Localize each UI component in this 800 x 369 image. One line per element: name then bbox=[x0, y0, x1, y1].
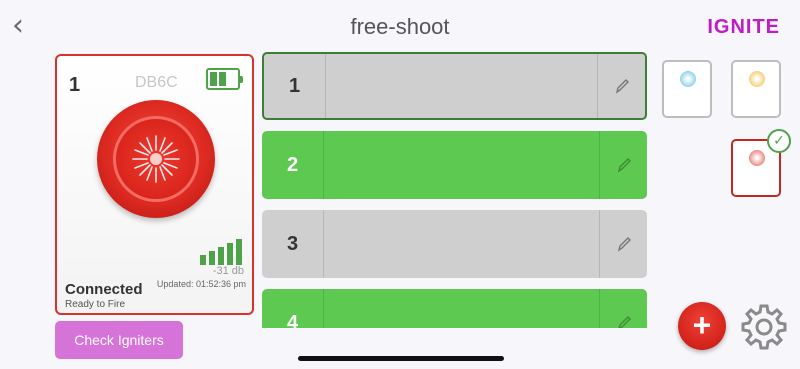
cue-row-2[interactable]: 2 bbox=[262, 131, 647, 199]
burst-icon bbox=[132, 135, 180, 183]
cue-number: 4 bbox=[262, 289, 324, 328]
signal-bar bbox=[218, 247, 224, 265]
plus-icon: + bbox=[692, 307, 712, 343]
firework-icon bbox=[749, 71, 765, 87]
home-indicator bbox=[298, 356, 504, 361]
device-card[interactable]: 1 DB6C -31 db Connected Updated: 01:52:3… bbox=[55, 54, 254, 315]
signal-bar bbox=[200, 255, 206, 265]
signal-bar bbox=[236, 239, 242, 265]
battery-cell bbox=[210, 72, 217, 86]
cue-list[interactable]: 1 2 3 4 bbox=[262, 52, 647, 328]
top-bar: ‹ free-shoot IGNITE bbox=[0, 0, 800, 52]
battery-cell bbox=[219, 72, 226, 86]
pencil-icon[interactable] bbox=[599, 210, 647, 278]
cue-body bbox=[324, 289, 599, 328]
cue-body bbox=[326, 54, 597, 118]
ready-status: Ready to Fire bbox=[65, 299, 126, 310]
signal-bar bbox=[227, 243, 233, 265]
igniter-icon bbox=[97, 100, 215, 218]
checkmark-icon: ✓ bbox=[767, 129, 791, 153]
device-id: DB6C bbox=[135, 74, 178, 91]
connection-status: Connected bbox=[65, 281, 143, 298]
cue-number: 3 bbox=[262, 210, 324, 278]
pencil-icon[interactable] bbox=[599, 289, 647, 328]
gear-icon[interactable] bbox=[739, 302, 789, 352]
signal-db: -31 db bbox=[212, 265, 244, 277]
swatch-red[interactable]: ✓ bbox=[731, 129, 791, 197]
firework-icon bbox=[680, 71, 696, 87]
cue-number: 2 bbox=[262, 131, 324, 199]
pencil-icon[interactable] bbox=[599, 131, 647, 199]
cue-row-3[interactable]: 3 bbox=[262, 210, 647, 278]
swatch-yellow[interactable] bbox=[731, 60, 781, 118]
updated-time: Updated: 01:52:36 pm bbox=[156, 279, 246, 289]
app-logo: IGNITE bbox=[707, 16, 780, 38]
signal-strength-icon bbox=[200, 239, 242, 265]
firework-icon bbox=[749, 150, 765, 166]
page-title: free-shoot bbox=[350, 14, 450, 39]
cue-number: 1 bbox=[264, 54, 326, 118]
cue-row-1[interactable]: 1 bbox=[262, 52, 647, 120]
battery-icon bbox=[206, 68, 243, 90]
device-number: 1 bbox=[69, 74, 81, 96]
cue-body bbox=[324, 131, 599, 199]
signal-bar bbox=[209, 251, 215, 265]
add-button[interactable]: + bbox=[678, 302, 726, 350]
pencil-icon[interactable] bbox=[597, 54, 645, 118]
check-igniters-button[interactable]: Check Igniters bbox=[55, 321, 183, 359]
cue-body bbox=[324, 210, 599, 278]
swatch-blue[interactable] bbox=[662, 60, 712, 118]
cue-row-4[interactable]: 4 bbox=[262, 289, 647, 328]
